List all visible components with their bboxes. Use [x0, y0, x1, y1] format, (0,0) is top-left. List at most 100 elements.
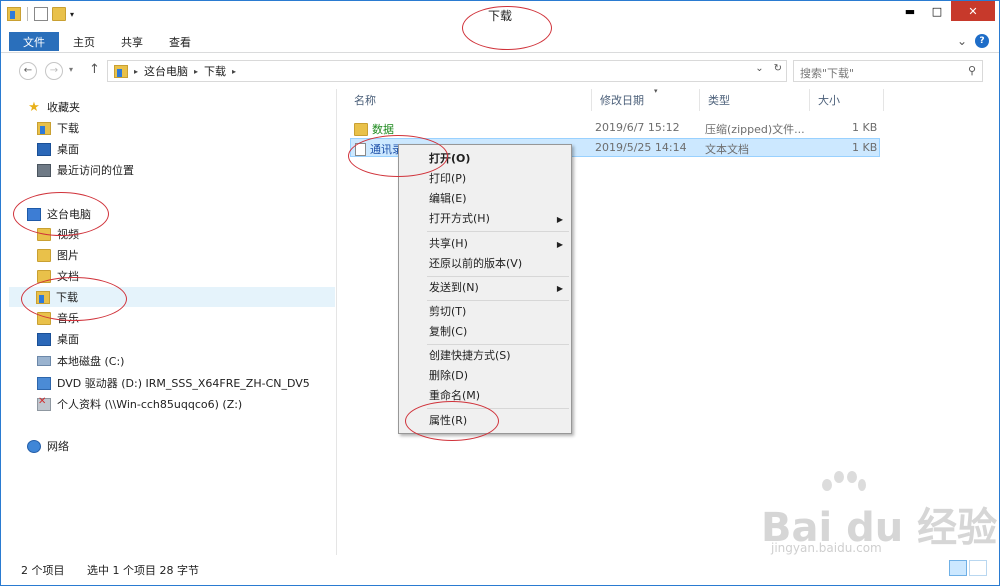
- sidebar-item-label: 最近访问的位置: [57, 164, 134, 177]
- close-button[interactable]: ✕: [951, 1, 995, 21]
- details-view-button[interactable]: [949, 560, 967, 576]
- sidebar-item-recent-places[interactable]: 最近访问的位置: [37, 160, 134, 180]
- menu-item-open[interactable]: 打开(O): [429, 150, 470, 168]
- computer-icon: [27, 207, 41, 221]
- sidebar-item-downloads[interactable]: 下载: [9, 287, 335, 307]
- sidebar-item-label: 桌面: [57, 333, 79, 346]
- menu-item-copy[interactable]: 复制(C): [429, 323, 467, 341]
- sidebar-item-label: 文档: [57, 270, 79, 283]
- sidebar-favorites[interactable]: ★ 收藏夹: [27, 97, 80, 117]
- file-row[interactable]: 数据 2019/6/7 15:12 压缩(zipped)文件... 1 KB: [350, 119, 880, 138]
- minimize-button[interactable]: ▬: [897, 1, 923, 21]
- breadcrumb-downloads[interactable]: 下载: [204, 63, 226, 79]
- item-count: 2 个项目: [21, 564, 65, 577]
- menu-divider: [427, 300, 569, 301]
- sidebar-item-dvd-drive[interactable]: DVD 驱动器 (D:) IRM_SSS_X64FRE_ZH-CN_DV5: [37, 373, 310, 393]
- window-controls: ▬ □ ✕: [897, 1, 995, 21]
- ribbon: 文件 主页 共享 查看 ⌄ ?: [1, 29, 999, 53]
- column-header-size[interactable]: 大小: [810, 89, 884, 111]
- file-size: 1 KB: [852, 121, 878, 134]
- sidebar-item-label: 收藏夹: [47, 101, 80, 114]
- menu-item-edit[interactable]: 编辑(E): [429, 190, 467, 208]
- sidebar-item-label: 本地磁盘 (C:): [57, 355, 125, 368]
- disconnected-drive-icon: [37, 396, 51, 411]
- folder-icon: [114, 64, 128, 78]
- menu-item-restore-versions[interactable]: 还原以前的版本(V): [429, 255, 522, 273]
- breadcrumb-separator[interactable]: ▸: [134, 67, 138, 76]
- file-size: 1 KB: [852, 141, 878, 154]
- menu-item-cut[interactable]: 剪切(T): [429, 303, 466, 321]
- sort-indicator-icon: ▾: [654, 87, 658, 95]
- recent-places-icon: [37, 163, 51, 177]
- menu-item-rename[interactable]: 重命名(M): [429, 387, 480, 405]
- sidebar-item-label: 音乐: [57, 312, 79, 325]
- sidebar-item-network-drive[interactable]: 个人资料 (\\Win-cch85uqqco6) (Z:): [37, 394, 242, 414]
- sidebar-item-label: 下载: [57, 122, 79, 135]
- sidebar-item-label: 图片: [57, 249, 79, 262]
- watermark-url: jingyan.baidu.com: [771, 541, 882, 555]
- sidebar-item-fav-desktop[interactable]: 桌面: [37, 139, 79, 159]
- tab-view[interactable]: 查看: [159, 32, 201, 51]
- downloads-folder-icon: [36, 290, 50, 304]
- title-bar: ▾ 下载 ▬ □ ✕: [1, 1, 999, 29]
- sidebar-item-videos[interactable]: 视频: [37, 224, 79, 244]
- maximize-button[interactable]: □: [924, 1, 950, 21]
- menu-item-properties[interactable]: 属性(R): [429, 412, 467, 430]
- forward-button[interactable]: →: [45, 62, 63, 80]
- tab-file[interactable]: 文件: [9, 32, 59, 51]
- sidebar-item-pictures[interactable]: 图片: [37, 245, 79, 265]
- sidebar-item-fav-downloads[interactable]: 下载: [37, 118, 79, 138]
- breadcrumb-separator[interactable]: ▸: [194, 67, 198, 76]
- network-icon: [27, 439, 41, 453]
- column-header-name[interactable]: 名称: [346, 89, 592, 111]
- dvd-drive-icon: [37, 376, 51, 390]
- navigation-pane: ★ 收藏夹 下载 桌面 最近访问的位置 这台电脑 视频 图片 文档 下载 音乐 …: [1, 89, 337, 555]
- downloads-folder-icon: [37, 121, 51, 135]
- column-header-type[interactable]: 类型: [700, 89, 810, 111]
- menu-item-send-to[interactable]: 发送到(N): [429, 279, 479, 297]
- refresh-icon[interactable]: ↻: [774, 63, 782, 74]
- column-header-date[interactable]: 修改日期: [592, 89, 700, 111]
- up-button[interactable]: ↑: [89, 62, 100, 77]
- context-menu: 打开(O) 打印(P) 编辑(E) 打开方式(H) ▶ 共享(H) ▶ 还原以前…: [398, 144, 572, 434]
- window-title: 下载: [487, 9, 512, 23]
- search-icon[interactable]: ⚲: [968, 64, 976, 77]
- breadcrumb-this-pc[interactable]: 这台电脑: [144, 63, 188, 79]
- sidebar-this-pc[interactable]: 这台电脑: [27, 204, 91, 224]
- search-input[interactable]: 搜索"下载" ⚲: [793, 60, 983, 82]
- sidebar-item-label: 网络: [47, 440, 69, 453]
- menu-item-print[interactable]: 打印(P): [429, 170, 466, 188]
- tab-home[interactable]: 主页: [63, 32, 105, 51]
- file-type: 文本文档: [705, 143, 749, 156]
- address-bar[interactable]: ▸ 这台电脑 ▸ 下载 ▸ ⌄ ↻: [107, 60, 787, 82]
- sidebar-item-label: 个人资料 (\\Win-cch85uqqco6) (Z:): [57, 398, 243, 411]
- videos-folder-icon: [37, 227, 51, 241]
- sidebar-item-music[interactable]: 音乐: [37, 308, 79, 328]
- pictures-folder-icon: [37, 248, 51, 262]
- address-dropdown-icon[interactable]: ⌄: [755, 63, 763, 74]
- menu-divider: [427, 408, 569, 409]
- breadcrumb-separator[interactable]: ▸: [232, 67, 236, 76]
- sidebar-network[interactable]: 网络: [27, 436, 69, 456]
- sidebar-item-label: 下载: [56, 291, 78, 304]
- menu-item-share[interactable]: 共享(H): [429, 235, 468, 253]
- large-icons-view-button[interactable]: [969, 560, 987, 576]
- help-icon[interactable]: ?: [975, 34, 989, 48]
- sidebar-item-desktop[interactable]: 桌面: [37, 329, 79, 349]
- file-date: 2019/6/7 15:12: [595, 121, 680, 134]
- recent-dropdown-icon[interactable]: ▾: [69, 65, 73, 74]
- file-name-cell: 数据: [354, 121, 394, 137]
- back-button[interactable]: ←: [19, 62, 37, 80]
- selection-info: 选中 1 个项目 28 字节: [87, 564, 199, 577]
- sidebar-item-documents[interactable]: 文档: [37, 266, 79, 286]
- ribbon-expand-icon[interactable]: ⌄: [957, 34, 967, 48]
- menu-divider: [427, 344, 569, 345]
- tab-share[interactable]: 共享: [111, 32, 153, 51]
- explorer-window: ▾ 下载 ▬ □ ✕ 文件 主页 共享 查看 ⌄ ? ← → ▾ ↑ ▸ 这台电…: [0, 0, 1000, 586]
- text-file-icon: [355, 142, 366, 156]
- menu-item-create-shortcut[interactable]: 创建快捷方式(S): [429, 347, 511, 365]
- sidebar-item-local-disk[interactable]: 本地磁盘 (C:): [37, 351, 124, 371]
- submenu-arrow-icon: ▶: [556, 240, 563, 249]
- menu-item-delete[interactable]: 删除(D): [429, 367, 468, 385]
- menu-item-open-with[interactable]: 打开方式(H): [429, 210, 490, 228]
